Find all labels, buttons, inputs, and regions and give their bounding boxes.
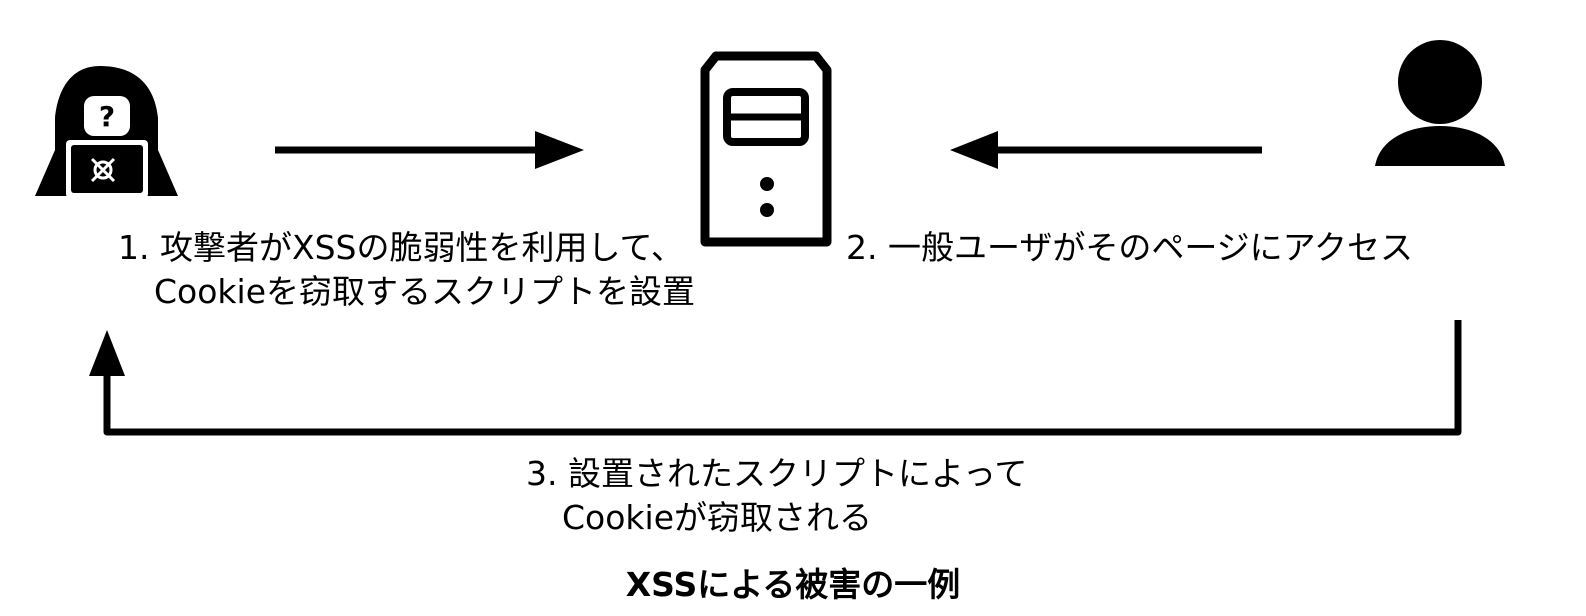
step2-label: 2. 一般ユーザがそのページにアクセス [846,226,1413,270]
hacker-icon: ? [35,66,178,198]
step3-line2: Cookieが窃取される [562,498,873,537]
return-arrow [89,320,1462,436]
arrow-user-to-server [950,131,1262,169]
step1-line2: Cookieを窃取するスクリプトを設置 [154,272,696,311]
diagram-caption: XSSによる被害の一例 [625,565,961,604]
user-icon [1375,40,1505,166]
step1-line1: 1. 攻撃者がXSSの脆弱性を利用して、 [118,228,684,267]
step1-label: 1. 攻撃者がXSSの脆弱性を利用して、 Cookieを窃取するスクリプトを設置 [118,226,695,314]
step3-label: 3. 設置されたスクリプトによって Cookieが窃取される [526,452,1027,540]
arrow-attacker-to-server [275,131,584,169]
svg-text:?: ? [99,100,115,133]
step2-line1: 2. 一般ユーザがそのページにアクセス [846,228,1414,267]
server-icon [700,51,832,247]
step3-line1: 3. 設置されたスクリプトによって [526,454,1028,493]
